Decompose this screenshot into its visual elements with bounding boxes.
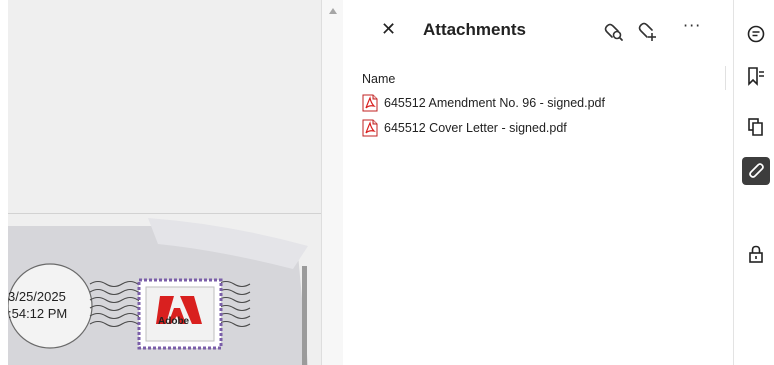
- pdf-file-icon: [362, 119, 378, 137]
- attachment-file-name: 645512 Amendment No. 96 - signed.pdf: [384, 96, 605, 110]
- stamp-time: :54:12 PM: [8, 306, 68, 321]
- paperclip-icon: [749, 163, 764, 178]
- rail-bookmarks-button[interactable]: [742, 62, 770, 90]
- attachments-panel: ✕ Attachments ··· Name 645512 Amendment …: [343, 0, 734, 365]
- name-column-header[interactable]: Name: [362, 72, 395, 86]
- rail-pages-button[interactable]: [742, 113, 770, 141]
- close-panel-button[interactable]: ✕: [381, 20, 396, 40]
- attachment-list-item[interactable]: 645512 Cover Letter - signed.pdf: [361, 119, 567, 137]
- document-view[interactable]: 3/25/2025 :54:12 PM Adobe: [0, 0, 343, 365]
- rail-comments-button[interactable]: [742, 20, 770, 48]
- lock-icon: [749, 245, 763, 263]
- scroll-up-arrow-icon[interactable]: [329, 8, 337, 14]
- more-options-button[interactable]: ···: [683, 16, 701, 35]
- search-attachment-icon[interactable]: [601, 22, 625, 42]
- stamp-brand-text: Adobe: [158, 316, 190, 327]
- copy-pages-icon: [748, 118, 763, 136]
- pdf-file-icon: [362, 94, 378, 112]
- attachment-list-item[interactable]: 645512 Amendment No. 96 - signed.pdf: [361, 94, 605, 112]
- attachment-file-name: 645512 Cover Letter - signed.pdf: [384, 121, 567, 135]
- comment-icon: [747, 25, 765, 43]
- right-tool-rail: [734, 0, 774, 365]
- column-divider[interactable]: [725, 66, 726, 90]
- bookmark-icon: [748, 67, 764, 86]
- rail-attachments-button[interactable]: [742, 157, 770, 185]
- add-attachment-icon[interactable]: [635, 22, 659, 42]
- vertical-scrollbar[interactable]: [322, 0, 343, 365]
- rail-security-button[interactable]: [742, 240, 770, 268]
- stamp-date: 3/25/2025: [8, 289, 66, 304]
- panel-title: Attachments: [423, 20, 526, 39]
